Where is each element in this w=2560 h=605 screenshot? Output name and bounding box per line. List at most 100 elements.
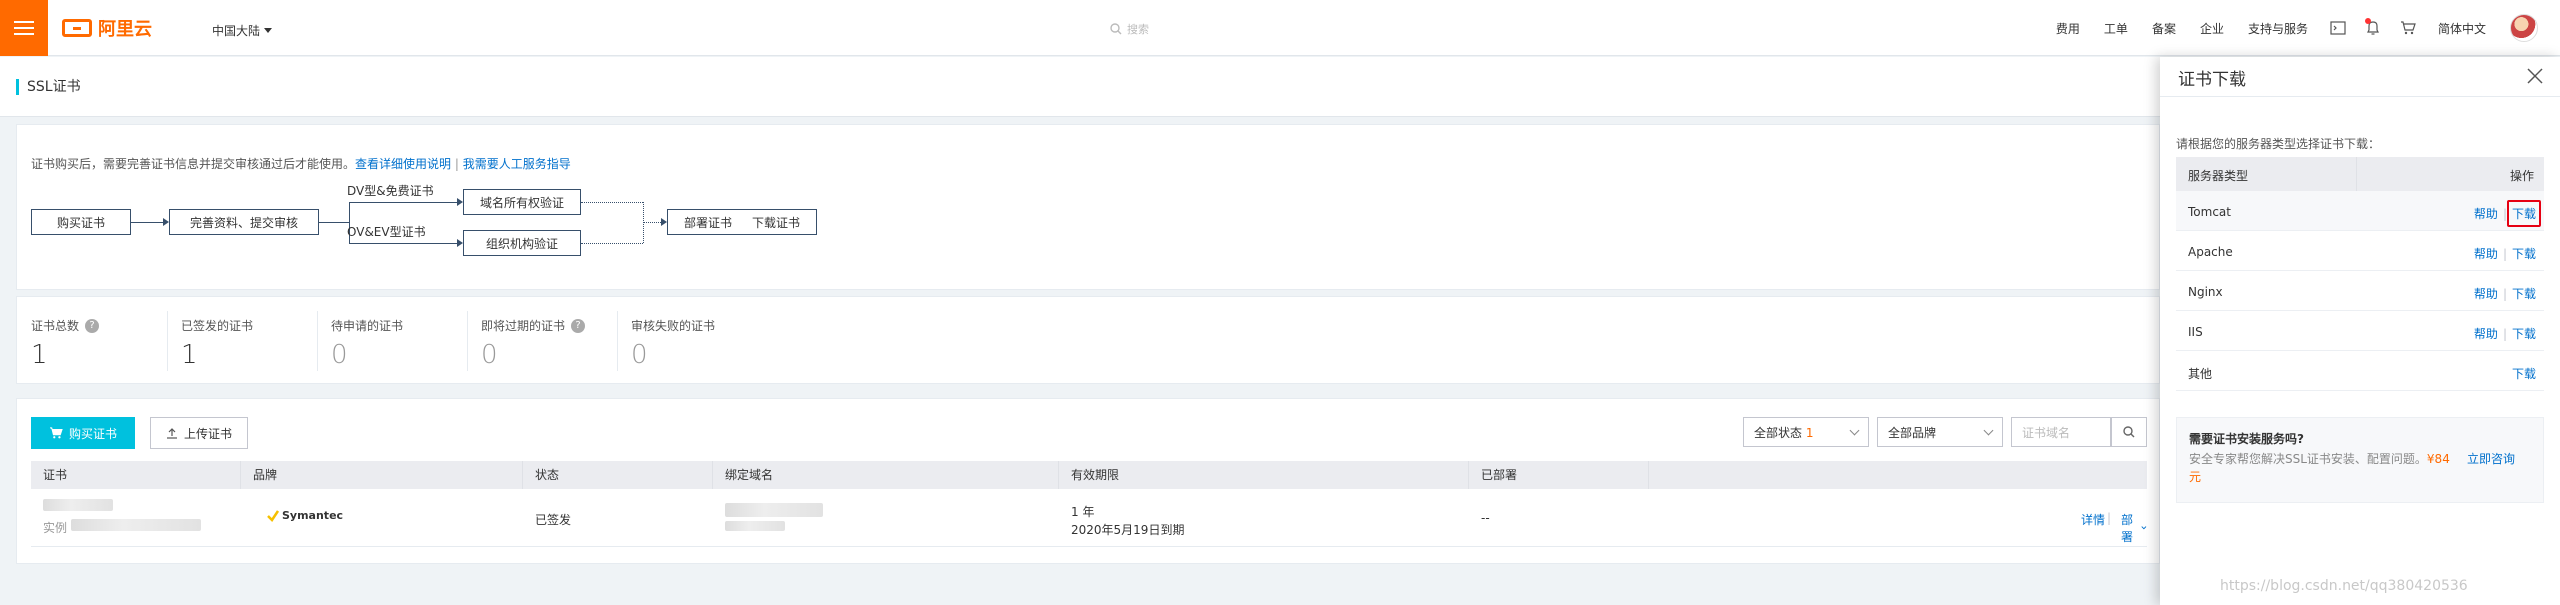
server-table-header: 服务器类型 操作 bbox=[2176, 157, 2544, 191]
server-type-table: 服务器类型 操作 Tomcat 帮助 | 下载 Apache 帮助 | 下载 Nginx… bbox=[2176, 157, 2544, 391]
cart-icon bbox=[49, 427, 63, 439]
help-icon[interactable]: ? bbox=[85, 318, 100, 333]
stat-total: 证书总数? 1 bbox=[31, 317, 100, 370]
help-link[interactable]: 帮助 bbox=[2474, 205, 2498, 222]
domain-search-button[interactable] bbox=[2111, 417, 2147, 447]
help-link[interactable]: 帮助 bbox=[2474, 325, 2498, 342]
server-row-other: 其他 下载 bbox=[2176, 351, 2544, 391]
dv-label: DV型&免费证书 bbox=[347, 184, 434, 198]
watermark: https://blog.csdn.net/qq380420536 bbox=[2220, 578, 2468, 594]
download-other-link[interactable]: 下载 bbox=[2512, 365, 2536, 382]
cart-icon[interactable] bbox=[2400, 21, 2416, 35]
terminal-icon[interactable] bbox=[2330, 21, 2346, 35]
caret-down-icon bbox=[264, 28, 273, 33]
page-header: SSL证书 bbox=[0, 57, 2160, 117]
nav-tickets[interactable]: 工单 bbox=[2104, 20, 2128, 37]
nav-support[interactable]: 支持与服务 bbox=[2248, 20, 2308, 37]
step-domain-verify: 域名所有权验证 bbox=[463, 189, 581, 215]
hamburger-menu-icon[interactable] bbox=[0, 0, 48, 56]
install-service-card: 需要证书安装服务吗? 安全专家帮您解决SSL证书安装、配置问题。¥84元 立即咨… bbox=[2176, 417, 2544, 503]
search-icon bbox=[1110, 23, 1122, 35]
nav-icp[interactable]: 备案 bbox=[2152, 20, 2176, 37]
aliyun-logo-icon bbox=[62, 19, 92, 37]
upload-icon bbox=[166, 428, 177, 439]
top-navbar: 阿里云 中国大陆 搜索 费用 工单 备案 企业 支持与服务 简体中文 bbox=[0, 0, 2560, 56]
close-icon[interactable] bbox=[2524, 65, 2546, 87]
download-tomcat-link[interactable]: 下载 bbox=[2506, 200, 2541, 227]
col-validity: 有效期限 bbox=[1059, 461, 1469, 489]
doc-link[interactable]: 查看详细使用说明 bbox=[355, 157, 451, 171]
bell-icon[interactable] bbox=[2364, 18, 2380, 36]
domain-search-input[interactable]: 证书域名 bbox=[2011, 417, 2111, 447]
process-flow-card: 证书购买后，需要完善证书信息并提交审核通过后才能使用。查看详细使用说明 | 我需… bbox=[16, 124, 2160, 290]
consult-now-link[interactable]: 立即咨询 bbox=[2467, 450, 2535, 468]
step-complete: 完善资料、提交审核 bbox=[169, 209, 319, 235]
page-title: SSL证书 bbox=[16, 79, 81, 95]
upload-certificate-button[interactable]: 上传证书 bbox=[150, 417, 248, 449]
language-selector[interactable]: 简体中文 bbox=[2438, 20, 2486, 37]
dotted-connector bbox=[581, 202, 643, 203]
certificate-list-card: 购买证书 上传证书 全部状态 1 全部品牌 证书域名 证书 品牌 状态 绑定域名… bbox=[16, 398, 2160, 564]
redacted-domain bbox=[725, 503, 823, 517]
stat-failed: 审核失败的证书 0 bbox=[631, 319, 716, 370]
ov-label: OV&EV型证书 bbox=[347, 225, 426, 239]
drawer-title: 证书下载 bbox=[2178, 70, 2246, 90]
region-selector[interactable]: 中国大陆 bbox=[212, 22, 273, 39]
step-deploy-download: 部署证书 下载证书 bbox=[667, 209, 817, 235]
connector bbox=[349, 243, 459, 244]
detail-link[interactable]: 详情 bbox=[2081, 511, 2105, 528]
step-org-verify: 组织机构验证 bbox=[463, 230, 581, 256]
notification-dot bbox=[2364, 18, 2371, 24]
flow-hint: 证书购买后，需要完善证书信息并提交审核通过后才能使用。查看详细使用说明 | 我需… bbox=[31, 157, 571, 171]
aliyun-logo[interactable]: 阿里云 bbox=[62, 18, 152, 40]
connector bbox=[319, 222, 349, 223]
help-icon[interactable]: ? bbox=[571, 318, 586, 333]
drawer-header: 证书下载 bbox=[2160, 57, 2560, 97]
nav-enterprise[interactable]: 企业 bbox=[2200, 20, 2224, 37]
download-nginx-link[interactable]: 下载 bbox=[2512, 285, 2536, 302]
dotted-connector bbox=[643, 222, 663, 223]
nav-billing[interactable]: 费用 bbox=[2056, 20, 2080, 37]
global-search[interactable]: 搜索 bbox=[1110, 21, 1149, 37]
redacted-cert-name bbox=[43, 499, 113, 511]
step-buy: 购买证书 bbox=[31, 209, 131, 235]
certificate-download-drawer: 证书下载 请根据您的服务器类型选择证书下载： 服务器类型 操作 Tomcat 帮… bbox=[2160, 57, 2560, 605]
col-deployed: 已部署 bbox=[1469, 461, 1649, 489]
help-link[interactable]: 帮助 bbox=[2474, 245, 2498, 262]
dotted-connector bbox=[581, 243, 643, 244]
redacted-instance-id bbox=[71, 519, 201, 531]
download-iis-link[interactable]: 下载 bbox=[2512, 325, 2536, 342]
chevron-down-icon bbox=[2141, 526, 2147, 530]
status-filter-select[interactable]: 全部状态 1 bbox=[1743, 417, 1869, 447]
checkmark-icon bbox=[267, 509, 279, 522]
table-header: 证书 品牌 状态 绑定域名 有效期限 已部署 bbox=[31, 461, 2147, 489]
chevron-down-icon bbox=[1849, 425, 1860, 435]
stat-expiring: 即将过期的证书? 0 bbox=[481, 317, 586, 370]
brand-cell: Symantec bbox=[267, 509, 343, 522]
col-status: 状态 bbox=[523, 461, 713, 489]
connector bbox=[349, 202, 459, 203]
stat-issued: 已签发的证书 1 bbox=[181, 319, 254, 370]
manual-service-link[interactable]: 我需要人工服务指导 bbox=[463, 157, 571, 171]
col-brand: 品牌 bbox=[241, 461, 523, 489]
server-row-iis: IIS 帮助 | 下载 bbox=[2176, 311, 2544, 351]
top-right-nav: 费用 工单 备案 企业 支持与服务 简体中文 bbox=[2044, 0, 2538, 56]
deploy-dropdown[interactable]: 部署 bbox=[2121, 511, 2147, 545]
col-certificate: 证书 bbox=[31, 461, 241, 489]
table-row: 实例 Symantec 已签发 1 年 2020年5月19日到期 -- 详情 |… bbox=[31, 489, 2147, 547]
download-apache-link[interactable]: 下载 bbox=[2512, 245, 2536, 262]
col-domain: 绑定域名 bbox=[713, 461, 1059, 489]
user-avatar[interactable] bbox=[2510, 14, 2538, 42]
connector bbox=[131, 222, 165, 223]
brand-filter-select[interactable]: 全部品牌 bbox=[1877, 417, 2003, 447]
redacted-domain bbox=[725, 521, 785, 531]
server-row-apache: Apache 帮助 | 下载 bbox=[2176, 231, 2544, 271]
server-row-tomcat: Tomcat 帮助 | 下载 bbox=[2176, 191, 2544, 231]
drawer-hint: 请根据您的服务器类型选择证书下载： bbox=[2176, 137, 2381, 151]
chevron-down-icon bbox=[1983, 425, 1994, 435]
stats-card: 证书总数? 1 已签发的证书 1 待申请的证书 0 即将过期的证书? 0 审核失… bbox=[16, 296, 2160, 384]
search-icon bbox=[2123, 426, 2135, 438]
buy-certificate-button[interactable]: 购买证书 bbox=[31, 417, 135, 449]
stat-pending: 待申请的证书 0 bbox=[331, 319, 404, 370]
help-link[interactable]: 帮助 bbox=[2474, 285, 2498, 302]
